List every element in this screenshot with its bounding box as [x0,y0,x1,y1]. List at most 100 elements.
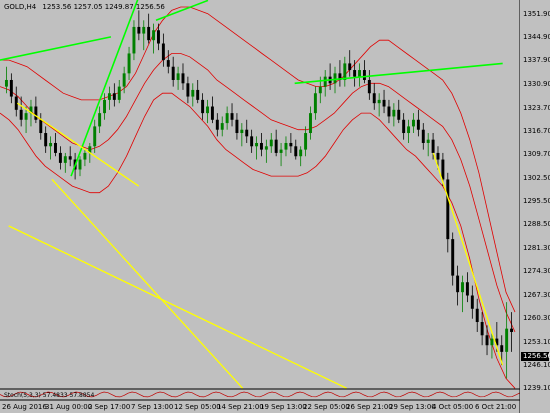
candle-body [421,129,425,143]
candle-body [284,142,288,150]
candle-body [9,79,13,97]
candle-body [127,53,131,74]
candle-body [54,142,57,153]
time-tick-label: 26 Sep 21:00 [346,403,393,411]
candle-body [397,109,401,120]
price-tick-label: 1309.70 [523,149,550,158]
price-tick-label: 1267.30 [523,290,550,299]
candle-body [191,89,195,97]
candle-body [294,146,298,157]
time-tick-label: 12 Sep 05:00 [174,403,221,411]
candle-body [358,70,361,77]
candle-body [39,119,43,134]
price-tick-label: 1344.90 [523,33,550,42]
candle-body [24,113,28,120]
candle-body [230,113,234,120]
candle-body [392,109,396,117]
candle-body [480,322,484,336]
candle-body [103,99,106,114]
candle-body [431,139,435,153]
candle-body [196,89,200,100]
candle-body [465,282,469,296]
candle-body [215,119,219,130]
candle-body [382,99,386,107]
candle-body [176,73,180,80]
candle-body [362,70,366,80]
time-tick-label: 6 Oct 21:00 [475,403,517,411]
candle-body [206,106,209,114]
price-tick-label: 1288.50 [523,220,550,229]
candle-body [505,328,509,352]
candle-body [323,76,327,87]
candle-body [500,345,504,352]
candle-body [309,113,312,134]
candle-body [446,179,450,240]
candle-body [402,119,406,134]
candle-body [34,106,38,120]
price-tick-label: 1253.10 [523,337,550,346]
candle-body [220,123,224,130]
time-tick-label: 19 Sep 13:00 [260,403,307,411]
candle-body [264,146,268,150]
time-tick-label: 31 Aug 00:00 [45,403,93,411]
price-tick-label: 1295.50 [523,197,550,205]
candle-body [436,152,440,160]
candle-body [451,239,455,276]
time-tick-label: 26 Aug 2016 [2,403,47,411]
candle-body [377,99,381,104]
candle-body [245,129,249,137]
candle-body [353,70,357,77]
candle-body [235,119,239,134]
candle-body [367,79,371,94]
candle-body [117,86,121,100]
candle-body [137,26,141,34]
candle-body [19,109,23,120]
candle-body [68,156,72,160]
candle-body [456,275,460,293]
candle-body [93,126,97,147]
stochastic-label: Stoch(5,3,3) 57.4833 57.8854 [4,392,95,399]
candle-body [470,295,474,309]
time-tick-label: 4 Oct 05:00 [432,403,474,411]
symbol-label: GOLD,H4 [4,3,37,11]
time-tick-label: 22 Sep 05:00 [303,403,350,411]
candle-body [426,139,430,143]
candle-body [49,142,53,147]
chart-window[interactable]: GOLD,H4 1253.56 1257.05 1249.87 1256.56 … [0,0,550,413]
candle-body [122,73,126,87]
current-price-badge: 1256.56 [521,352,550,361]
candle-body [107,93,111,100]
candle-body [318,86,322,94]
candle-body [250,136,254,147]
candle-body [210,106,214,120]
candle-body [269,139,273,147]
time-tick-label: 7 Sep 13:00 [131,403,174,411]
time-tick-label: 2 Sep 17:00 [88,403,131,411]
price-tick-label: 1246.10 [523,360,550,369]
price-tick-label: 1260.30 [523,313,550,322]
candle-body [147,26,151,41]
candle-body [132,26,136,54]
candle-body [152,30,156,41]
candle-body [240,129,244,134]
candle-body [58,152,62,163]
candle-body [83,152,87,160]
price-tick-label: 1316.70 [523,126,550,135]
candle-body [63,156,67,163]
candle-body [461,282,464,293]
price-tick-label: 1274.30 [523,267,550,276]
candle-body [485,335,489,346]
candle-body [274,139,278,153]
candle-body [14,96,18,110]
candle-body [441,159,445,180]
candle-body [348,63,352,71]
price-plot[interactable] [0,0,520,413]
candle-body [416,119,420,130]
price-tick-label: 1239.10 [523,384,550,392]
candle-body [171,66,175,80]
candle-body [387,106,391,117]
candle-body [407,126,411,134]
candle-body [255,142,259,147]
candle-body [313,93,317,114]
price-tick-label: 1330.90 [523,79,550,88]
